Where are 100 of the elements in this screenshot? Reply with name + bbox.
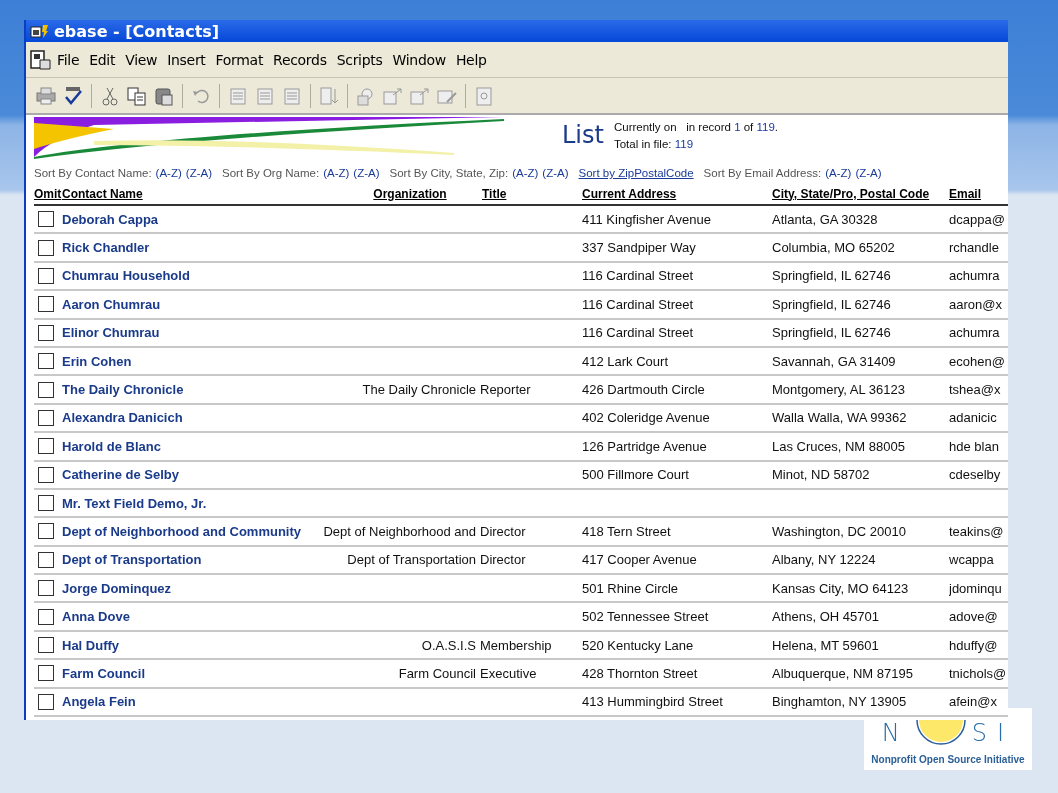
contact-name[interactable]: The Daily Chronicle xyxy=(62,382,184,398)
table-cell: cdeselby xyxy=(949,467,1001,483)
omit-checkbox[interactable] xyxy=(38,637,54,654)
omit-checkbox[interactable] xyxy=(38,296,54,313)
contact-name[interactable]: Hal Duffy xyxy=(62,637,120,653)
menu-item[interactable]: Records xyxy=(268,49,332,70)
menu-item[interactable]: File xyxy=(52,49,85,70)
table-cell: Reporter xyxy=(480,382,531,398)
contact-name[interactable]: Chumrau Household xyxy=(62,268,190,284)
contact-name[interactable]: Deborah Cappa xyxy=(62,211,159,227)
omit-checkbox[interactable] xyxy=(38,324,54,341)
table-cell: 426 Dartmouth Circle xyxy=(582,382,705,398)
omit-checkbox[interactable] xyxy=(38,409,54,426)
table-cell: Springfield, IL 62746 xyxy=(772,325,891,341)
menu-item[interactable]: Help xyxy=(450,49,492,70)
table-cell: Walla Walla, WA 99362 xyxy=(772,410,907,426)
sort-link[interactable]: Sort by ZipPostalCode xyxy=(578,167,694,179)
contact-name[interactable]: Farm Council xyxy=(62,665,146,681)
table-cell: achumra xyxy=(949,268,1000,284)
table-cell: 413 Hummingbird Street xyxy=(582,694,723,710)
table-cell: Membership xyxy=(480,637,552,653)
menu-item[interactable]: Format xyxy=(210,49,269,70)
document-icon xyxy=(30,49,52,70)
table-cell: jdominqu xyxy=(949,580,1002,596)
column-header[interactable]: Contact Name xyxy=(62,186,320,201)
menu-item[interactable]: Scripts xyxy=(331,49,388,70)
contact-name[interactable]: Harold de Blanc xyxy=(62,438,161,454)
table-cell: Dept of Neighborhood and xyxy=(323,524,476,539)
omit-checkbox[interactable] xyxy=(38,211,54,228)
table-cell: 337 Sandpiper Way xyxy=(582,240,696,256)
table-cell: Albany, NY 12224 xyxy=(772,552,876,568)
table-cell: 501 Rhine Circle xyxy=(582,580,679,596)
sort-link[interactable]: (Z-A) xyxy=(353,167,380,179)
table-cell: 417 Cooper Avenue xyxy=(582,552,697,568)
copy-icon[interactable] xyxy=(125,84,149,107)
contact-name[interactable]: Jorge Dominquez xyxy=(62,580,172,596)
omit-checkbox[interactable] xyxy=(38,466,54,483)
contact-name[interactable]: Mr. Text Field Demo, Jr. xyxy=(62,495,207,511)
logo-tagline: Nonprofit Open Source Initiative xyxy=(871,754,1025,765)
omit-checkbox[interactable] xyxy=(38,495,54,512)
sort-link[interactable]: (A-Z) xyxy=(155,167,182,179)
column-header[interactable]: Organization xyxy=(373,186,447,201)
table-cell: Springfield, IL 62746 xyxy=(772,268,891,284)
sort-link[interactable]: (Z-A) xyxy=(542,167,569,179)
contact-name[interactable]: Aaron Chumrau xyxy=(62,296,161,312)
contact-name[interactable]: Erin Cohen xyxy=(62,353,132,369)
contact-name[interactable]: Dept of Neighborhood and Community xyxy=(62,524,302,539)
sort-link[interactable]: (Z-A) xyxy=(855,167,882,179)
table-cell: Kansas City, MO 64123 xyxy=(772,580,909,596)
contact-name[interactable]: Catherine de Selby xyxy=(62,467,180,483)
table-cell: 502 Tennessee Street xyxy=(582,609,709,625)
column-header[interactable]: Email xyxy=(949,186,1008,201)
table-cell: teakins@ xyxy=(949,524,1004,539)
table-cell: 411 Kingfisher Avenue xyxy=(582,211,711,227)
table-cell: 418 Tern Street xyxy=(582,524,671,539)
table-cell: Springfield, IL 62746 xyxy=(772,296,891,312)
menu-item[interactable]: Window xyxy=(387,49,451,70)
omit-checkbox[interactable] xyxy=(38,665,54,682)
table-cell: hduffy@ xyxy=(949,637,998,653)
contact-name[interactable]: Rick Chandler xyxy=(62,240,150,256)
table-cell: Montgomery, AL 36123 xyxy=(772,382,905,398)
menu-item[interactable]: Insert xyxy=(162,49,211,70)
omit-checkbox[interactable] xyxy=(38,693,54,710)
table-cell: Director xyxy=(480,552,526,568)
column-header[interactable]: Omit xyxy=(34,186,62,201)
omit-checkbox[interactable] xyxy=(38,438,54,455)
table-cell: 402 Coleridge Avenue xyxy=(582,410,710,426)
omit-checkbox[interactable] xyxy=(38,239,54,256)
omit-checkbox[interactable] xyxy=(38,608,54,625)
app-icon xyxy=(30,23,50,39)
sort-label: Sort By Org Name: xyxy=(222,167,320,179)
sort-link[interactable]: (A-Z) xyxy=(825,167,852,179)
omit-checkbox[interactable] xyxy=(38,523,54,540)
column-header[interactable]: City, State/Pro, Postal Code xyxy=(772,186,949,201)
sort-link[interactable]: (A-Z) xyxy=(512,167,539,179)
contact-name[interactable]: Angela Fein xyxy=(62,694,136,710)
omit-checkbox[interactable] xyxy=(38,353,54,370)
table-cell: Columbia, MO 65202 xyxy=(772,240,895,256)
logo-letters: N xyxy=(881,720,910,746)
total-count: Total in file: 119 xyxy=(613,137,695,152)
contact-name[interactable]: Dept of Transportation xyxy=(62,552,202,568)
omit-checkbox[interactable] xyxy=(38,267,54,284)
table-cell: 126 Partridge Avenue xyxy=(582,438,707,454)
omit-checkbox[interactable] xyxy=(38,551,54,568)
contact-name[interactable]: Elinor Chumrau xyxy=(62,325,160,341)
omit-checkbox[interactable] xyxy=(38,580,54,597)
omit-checkbox[interactable] xyxy=(38,381,54,398)
table-cell: Athens, OH 45701 xyxy=(772,609,879,625)
sort-link[interactable]: (A-Z) xyxy=(323,167,350,179)
table-cell: dcappa@ xyxy=(949,211,1005,227)
sort-link[interactable]: (Z-A) xyxy=(185,167,212,179)
table-cell: Atlanta, GA 30328 xyxy=(772,211,878,227)
contact-name[interactable]: Alexandra Danicich xyxy=(62,410,183,426)
column-header[interactable]: Title xyxy=(480,186,507,201)
contact-name[interactable]: Anna Dove xyxy=(62,609,130,625)
menu-item[interactable]: Edit xyxy=(84,49,121,70)
table-cell: adove@ xyxy=(949,609,998,625)
column-header[interactable]: Current Address xyxy=(582,186,772,201)
menu-item[interactable]: View xyxy=(120,49,163,70)
sort-label: Sort By Contact Name: xyxy=(34,167,152,179)
